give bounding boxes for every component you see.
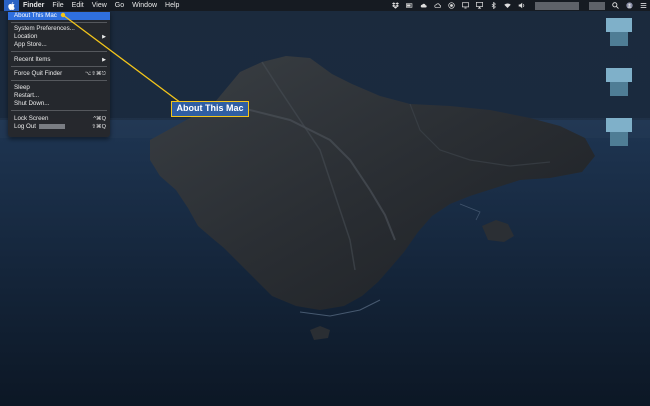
- menu-bar: Finder File Edit View Go Window Help: [0, 0, 650, 11]
- menu-separator: [11, 51, 107, 52]
- battery-icon[interactable]: [406, 2, 413, 9]
- record-icon[interactable]: [448, 2, 455, 9]
- menu-item-force-quit[interactable]: Force Quit Finder ⌥⇧⌘⎋: [8, 70, 110, 78]
- menu-item-label: Sleep: [14, 84, 30, 91]
- desktop-icon-blurred[interactable]: [606, 18, 632, 46]
- keyboard-shortcut: ⌥⇧⌘⎋: [84, 71, 106, 77]
- menu-item-label: Restart...: [14, 92, 40, 99]
- apple-logo-icon[interactable]: [4, 0, 19, 11]
- menu-item-label: App Store...: [14, 41, 47, 48]
- dropbox-icon[interactable]: [392, 2, 399, 9]
- menu-item-about-this-mac[interactable]: About This Mac: [8, 12, 110, 20]
- menu-go[interactable]: Go: [111, 0, 128, 11]
- callout-label: About This Mac: [171, 101, 249, 117]
- bluetooth-icon[interactable]: [490, 2, 497, 9]
- search-icon[interactable]: [612, 2, 619, 9]
- submenu-arrow-icon: ▶: [102, 34, 106, 40]
- notification-center-icon[interactable]: [640, 2, 647, 9]
- username-blurred: [589, 1, 605, 10]
- menu-item-label: Location: [14, 33, 38, 40]
- menu-item-label: Recent Items: [14, 56, 51, 63]
- time-blurred: [535, 1, 579, 10]
- menu-item-recent-items[interactable]: Recent Items ▶: [8, 56, 110, 64]
- wifi-icon[interactable]: [504, 2, 511, 9]
- menu-separator: [11, 80, 107, 81]
- menu-item-label: Force Quit Finder: [14, 70, 63, 77]
- menu-item-label: Log Out: [14, 123, 37, 130]
- menu-help[interactable]: Help: [161, 0, 183, 11]
- submenu-arrow-icon: ▶: [102, 57, 106, 63]
- apple-menu: About This Mac System Preferences... Loc…: [8, 11, 110, 137]
- desktop-icon-blurred[interactable]: [606, 118, 632, 146]
- menu-separator: [11, 110, 107, 111]
- menu-edit[interactable]: Edit: [68, 0, 88, 11]
- menu-view[interactable]: View: [88, 0, 111, 11]
- menu-separator: [11, 66, 107, 67]
- menu-file[interactable]: File: [48, 0, 67, 11]
- menu-item-lock-screen[interactable]: Lock Screen ^⌘Q: [8, 115, 110, 123]
- menu-item-label: About This Mac: [14, 12, 57, 19]
- username-blurred: [39, 123, 66, 129]
- menu-item-label: Lock Screen: [14, 115, 49, 122]
- display-icon[interactable]: [462, 2, 469, 9]
- menu-item-label: Shut Down...: [14, 100, 50, 107]
- keyboard-shortcut: ^⌘Q: [93, 116, 106, 122]
- menu-item-log-out[interactable]: Log Out ⇧⌘Q: [8, 123, 110, 131]
- user-icon[interactable]: [626, 2, 633, 9]
- menu-item-app-store[interactable]: App Store...: [8, 41, 110, 49]
- volume-icon[interactable]: [518, 2, 525, 9]
- menu-finder[interactable]: Finder: [19, 0, 48, 11]
- creative-cloud-icon[interactable]: [434, 2, 441, 9]
- menu-separator: [11, 22, 107, 23]
- airplay-icon[interactable]: [476, 2, 483, 9]
- menu-item-system-preferences[interactable]: System Preferences...: [8, 25, 110, 33]
- menu-item-label: System Preferences...: [14, 25, 75, 32]
- menu-item-location[interactable]: Location ▶: [8, 33, 110, 41]
- menu-item-shut-down[interactable]: Shut Down...: [8, 100, 110, 108]
- menu-item-restart[interactable]: Restart...: [8, 92, 110, 100]
- menu-item-sleep[interactable]: Sleep: [8, 84, 110, 92]
- cloud-icon[interactable]: [420, 2, 427, 9]
- keyboard-shortcut: ⇧⌘Q: [91, 124, 106, 130]
- menu-window[interactable]: Window: [128, 0, 161, 11]
- desktop-icon-blurred[interactable]: [606, 68, 632, 96]
